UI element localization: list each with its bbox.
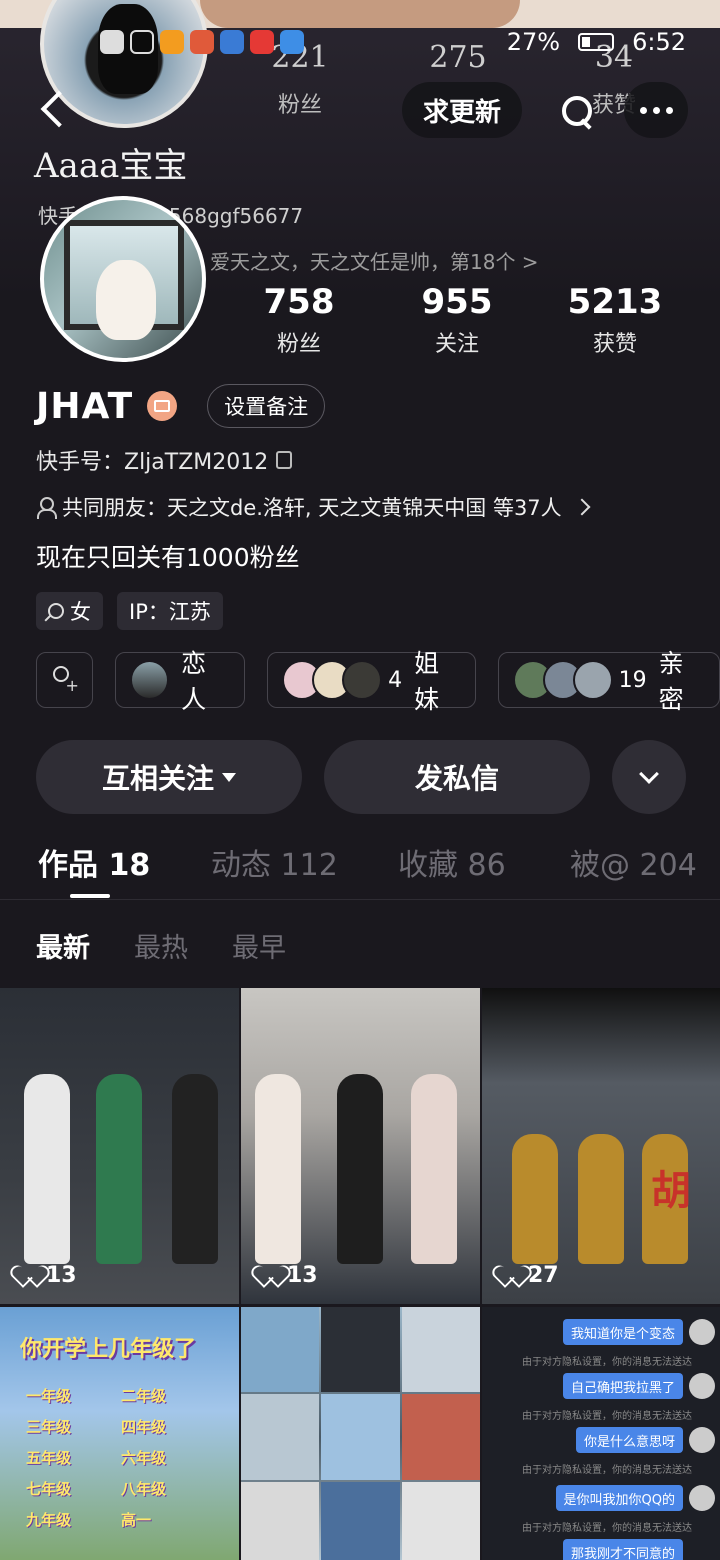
battery-percent: 27% [506, 28, 561, 56]
chat-bubble: 那我刚才不同意的 [562, 1539, 683, 1560]
music-icon [220, 30, 244, 54]
chevron-down-icon [639, 764, 659, 784]
chat-bubble: 是你叫我加你QQ的 [555, 1485, 683, 1511]
more-options-button[interactable] [624, 82, 688, 138]
send-message-button[interactable]: 发私信 [324, 740, 590, 814]
kuaishou-id: 快手号：ZljaTZM2012 [36, 444, 293, 476]
wifi-icon [130, 30, 154, 54]
status-bar: 27% 6:52 [0, 28, 720, 62]
clock: 6:52 [632, 28, 686, 56]
content-tabs: 作品 18 动态 112 收藏 86 被@ 204 [0, 840, 720, 900]
search-icon[interactable] [554, 88, 598, 132]
relation-sisters[interactable]: 4 姐妹 [267, 649, 476, 714]
stat-followers[interactable]: 758 粉丝 [220, 282, 378, 358]
video-thumbnail[interactable]: 13 [241, 988, 480, 1304]
sisters-count: 4 [388, 667, 403, 693]
avatar [689, 1485, 715, 1511]
sort-latest[interactable]: 最新 [36, 926, 90, 965]
profile-tags: 女 IP：江苏 [36, 592, 223, 630]
background-name: Aaaa宝宝 [34, 146, 188, 186]
chat-bubble: 你是什么意思呀 [575, 1427, 683, 1453]
action-row: 互相关注 发私信 [36, 740, 686, 814]
stat-likes[interactable]: 5213 获赞 [536, 282, 694, 358]
tab-favorites[interactable]: 收藏 86 [398, 840, 506, 884]
video-thumbnail[interactable]: 胡 27 [482, 988, 720, 1304]
battery-icon [578, 33, 615, 51]
gender-tag: 女 [36, 592, 103, 630]
video-overlay-title: 你开学上几年级了 [20, 1337, 197, 1362]
video-thumbnail[interactable]: 13 [0, 988, 239, 1304]
add-person-icon [51, 666, 79, 695]
copy-icon[interactable] [276, 451, 293, 469]
sort-earliest[interactable]: 最早 [232, 926, 286, 965]
chevron-right-icon [573, 498, 591, 516]
name-row: JHAT 设置备注 [36, 384, 326, 428]
mutual-friends[interactable]: 共同朋友：天之文de.洛轩, 天之文黄锦天中国 等37人 [36, 492, 591, 522]
grade-list: 一年级 二年级 三年级 四年级 五年级 六年级 七年级 八年级 九年级 高一 [26, 1387, 167, 1529]
background-signature: 爱天之文，天之文任是帅，第18个 > [210, 250, 539, 274]
avatar [689, 1373, 715, 1399]
chat-bubble: 自己确把我拉黑了 [562, 1373, 683, 1399]
tab-works[interactable]: 作品 18 [38, 840, 150, 884]
nfc-icon [100, 30, 124, 54]
profile-stats: 758 粉丝 955 关注 5213 获赞 [220, 282, 720, 358]
avatar [689, 1319, 715, 1345]
heart-icon [259, 1266, 281, 1286]
dot-icon [639, 106, 647, 114]
back-button[interactable] [36, 90, 76, 130]
set-remark-button[interactable]: 设置备注 [207, 384, 326, 428]
video-app-icon [250, 30, 274, 54]
status-right: 27% 6:52 [507, 28, 686, 56]
sort-options: 最新 最热 最早 [36, 926, 286, 965]
video-thumbnail[interactable]: 我知道你是个变态 由于对方隐私设置，你的消息无法送达 自己确把我拉黑了 由于对方… [482, 1307, 720, 1560]
sort-hottest[interactable]: 最热 [134, 926, 188, 965]
video-thumbnail[interactable] [241, 1307, 480, 1560]
app-notification-icon [190, 30, 214, 54]
like-count: 13 [259, 1263, 318, 1288]
active-tab-indicator [70, 894, 110, 898]
request-update-button[interactable]: 求更新 [402, 82, 522, 138]
bio-text: 现在只回关有1000粉丝 [36, 543, 300, 572]
dot-icon [652, 106, 660, 114]
ip-tag: IP：江苏 [117, 592, 223, 630]
avatar [572, 660, 613, 700]
add-friend-button[interactable] [36, 652, 93, 708]
female-icon [48, 603, 64, 619]
avatar [129, 660, 170, 700]
like-count: 13 [18, 1263, 77, 1288]
avatar [689, 1427, 715, 1453]
person-icon [36, 497, 57, 519]
avatar [342, 660, 383, 700]
browser-icon [280, 30, 304, 54]
overlay-text: 胡 [651, 1167, 691, 1214]
tab-moments[interactable]: 动态 112 [211, 840, 338, 884]
avatar[interactable] [40, 196, 206, 362]
heart-icon [18, 1266, 40, 1286]
level-badge-icon[interactable] [147, 391, 178, 421]
stat-following[interactable]: 955 关注 [378, 282, 536, 358]
mutual-follow-button[interactable]: 互相关注 [36, 740, 302, 814]
relationship-row: 恋人 4 姐妹 19 亲密 [36, 649, 720, 714]
dot-icon [665, 106, 673, 114]
notification-icons [100, 30, 304, 54]
caret-down-icon [222, 772, 236, 782]
profile-name: JHAT [36, 385, 134, 427]
video-thumbnail[interactable]: 你开学上几年级了 一年级 二年级 三年级 四年级 五年级 六年级 七年级 八年级 九年级… [0, 1307, 239, 1560]
like-count: 27 [500, 1263, 559, 1288]
expand-button[interactable] [612, 740, 686, 814]
chat-bubble: 我知道你是个变态 [562, 1319, 683, 1345]
heart-icon [500, 1266, 522, 1286]
app-notification-icon [160, 30, 184, 54]
video-grid: 13 13 胡 27 你开学上几年级了 一年级 二年级 三年级 四年级 五年级 六年级… [0, 988, 720, 1560]
relation-lover[interactable]: 恋人 [114, 649, 246, 714]
relation-close[interactable]: 19 亲密 [497, 649, 720, 714]
close-count: 19 [618, 667, 647, 693]
tab-mentions[interactable]: 被@ 204 [570, 840, 697, 884]
